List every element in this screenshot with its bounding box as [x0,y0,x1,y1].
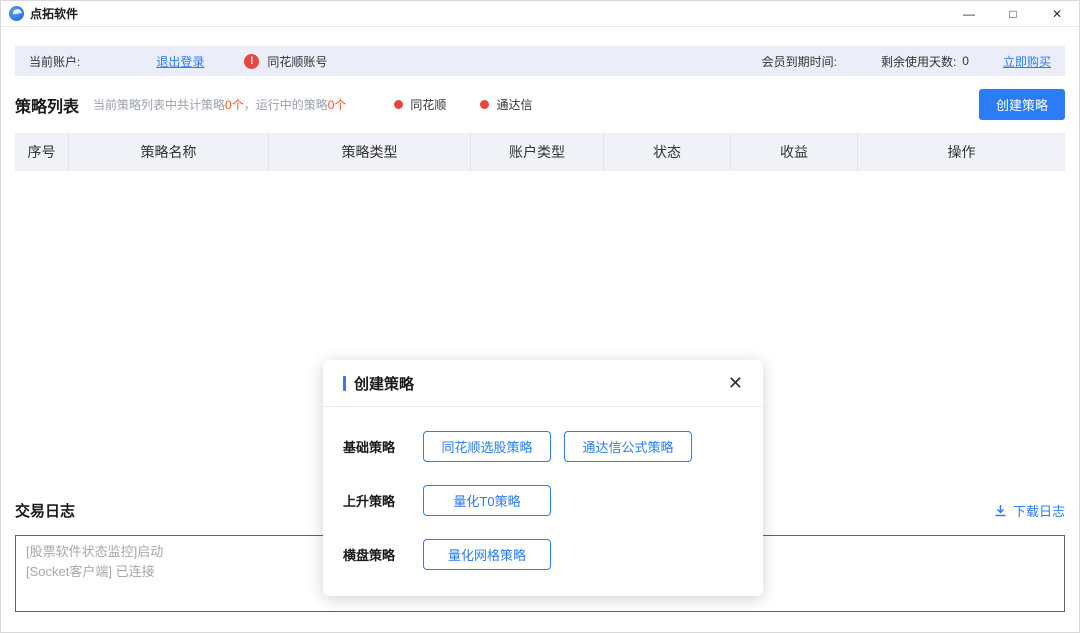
basic-strategy-label: 基础策略 [343,437,423,456]
col-header-profit: 收益 [731,133,858,171]
summary-text-2: ，运行中的策略 [244,98,328,112]
col-header-status: 状态 [604,133,731,171]
trade-log-title: 交易日志 [15,500,75,521]
strategy-table-body: 创建策略 ✕ 基础策略 同花顺选股策略 通达信公式策略 上升策略 量化T0策略 … [1,171,1079,500]
account-bar: 当前账户: 退出登录 ! 同花顺账号 会员到期时间: 剩余使用天数: 0 立即购… [15,46,1065,76]
remaining-days-label: 剩余使用天数: [881,53,956,70]
modal-row-rising: 上升策略 量化T0策略 [343,485,743,516]
current-account-label: 当前账户: [29,53,80,70]
maximize-button[interactable]: □ [991,1,1035,26]
member-expire-label: 会员到期时间: [762,53,837,70]
legend-label-ths: 同花顺 [410,96,446,113]
quant-grid-strategy-button[interactable]: 量化网格策略 [423,539,551,570]
tdx-dot-icon [480,100,489,109]
minimize-button[interactable]: — [947,1,991,26]
modal-row-sideways: 横盘策略 量化网格策略 [343,539,743,570]
col-header-index: 序号 [15,133,69,171]
modal-title-accent-bar [343,376,346,391]
modal-title: 创建策略 [354,373,414,394]
tdx-formula-strategy-button[interactable]: 通达信公式策略 [564,431,692,462]
quant-t0-strategy-button[interactable]: 量化T0策略 [423,485,551,516]
summary-text: 当前策略列表中共计策略 [93,98,225,112]
modal-header: 创建策略 ✕ [323,360,763,407]
sideways-strategy-label: 横盘策略 [343,545,423,564]
strategy-list-title: 策略列表 [15,93,79,117]
modal-body: 基础策略 同花顺选股策略 通达信公式策略 上升策略 量化T0策略 横盘策略 量化… [323,407,763,596]
buy-now-link[interactable]: 立即购买 [1003,53,1051,70]
col-header-name: 策略名称 [69,133,269,171]
download-log-link[interactable]: 下载日志 [994,501,1065,520]
summary-count-running: 0个 [328,98,347,112]
modal-close-icon[interactable]: ✕ [728,374,743,392]
download-icon [994,504,1007,517]
ths-stock-strategy-button[interactable]: 同花顺选股策略 [423,431,551,462]
legend-item-ths: 同花顺 [394,96,446,113]
rising-strategy-label: 上升策略 [343,491,423,510]
create-strategy-modal: 创建策略 ✕ 基础策略 同花顺选股策略 通达信公式策略 上升策略 量化T0策略 … [323,360,763,596]
close-button[interactable]: ✕ [1035,1,1079,26]
app-logo-icon [9,6,24,21]
ths-dot-icon [394,100,403,109]
strategy-table-header: 序号 策略名称 策略类型 账户类型 状态 收益 操作 [15,133,1065,171]
col-header-operation: 操作 [858,133,1065,171]
modal-row-basic: 基础策略 同花顺选股策略 通达信公式策略 [343,431,743,462]
download-log-label: 下载日志 [1013,501,1065,520]
legend-label-tdx: 通达信 [496,96,532,113]
summary-count-total: 0个 [225,98,244,112]
legend-item-tdx: 通达信 [480,96,532,113]
col-header-account-type: 账户类型 [471,133,604,171]
alert-icon: ! [244,54,259,69]
titlebar: 点拓软件 — □ ✕ [1,1,1079,27]
strategy-list-header: 策略列表 当前策略列表中共计策略0个，运行中的策略0个 同花顺 通达信 创建策略 [15,89,1065,120]
logout-link[interactable]: 退出登录 [156,53,204,70]
create-strategy-button[interactable]: 创建策略 [979,89,1065,120]
remaining-days-value: 0 [962,54,969,68]
app-title: 点拓软件 [30,5,78,22]
legend: 同花顺 通达信 [394,96,532,113]
strategy-summary: 当前策略列表中共计策略0个，运行中的策略0个 [93,96,346,113]
account-type-label: 同花顺账号 [267,53,327,70]
col-header-type: 策略类型 [269,133,471,171]
